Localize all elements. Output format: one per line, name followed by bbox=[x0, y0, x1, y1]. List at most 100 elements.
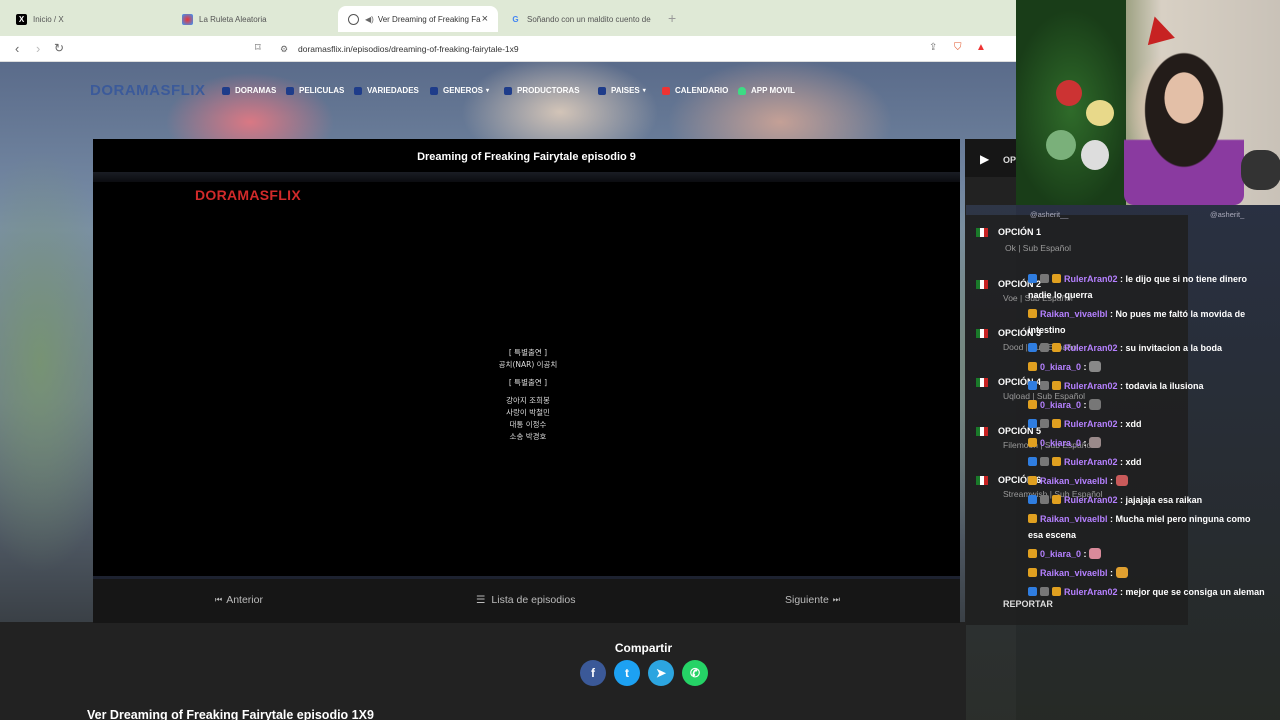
chat-username[interactable]: Raikan_vivaelbl bbox=[1040, 568, 1108, 578]
streamer bbox=[1124, 40, 1244, 205]
forward-icon[interactable]: › bbox=[36, 41, 40, 56]
new-tab-button[interactable]: + bbox=[668, 10, 676, 26]
reload-icon[interactable]: ↻ bbox=[54, 41, 64, 55]
chat-message: 0_kiara_0 : bbox=[1028, 360, 1266, 376]
share-page-icon[interactable]: ⇪ bbox=[929, 42, 941, 54]
prime-badge-icon bbox=[1028, 274, 1037, 283]
browser-tab-active[interactable]: ◀) Ver Dreaming of Freaking Fa × bbox=[338, 6, 498, 32]
studio-icon bbox=[504, 86, 512, 95]
player-divider bbox=[93, 172, 960, 182]
chat-username[interactable]: RulerAran02 bbox=[1064, 381, 1118, 391]
menu-paises[interactable]: PAISES ▾ bbox=[598, 86, 646, 95]
prime-badge-icon bbox=[1028, 343, 1037, 352]
crown-badge-icon bbox=[1028, 400, 1037, 409]
back-icon[interactable]: ‹ bbox=[15, 41, 19, 56]
site-logo[interactable]: DORAMASFLIX bbox=[90, 82, 206, 99]
episode-list-button[interactable]: ☰ Lista de episodios bbox=[476, 594, 575, 606]
browser-tab[interactable]: X Inicio / X bbox=[6, 6, 174, 32]
sub-badge-icon bbox=[1052, 419, 1061, 428]
bookmark-icon[interactable]: ⌑ bbox=[255, 41, 261, 54]
prime-badge-icon bbox=[1028, 587, 1037, 596]
calendar-icon bbox=[662, 86, 670, 95]
mexico-flag-icon bbox=[976, 228, 988, 238]
prime-badge-icon bbox=[1028, 457, 1037, 466]
mexico-flag-icon bbox=[976, 329, 988, 339]
telegram-share-button[interactable]: ➤ bbox=[648, 660, 674, 686]
video-player[interactable]: Dreaming of Freaking Fairytale episodio … bbox=[93, 139, 960, 579]
gear-badge-icon bbox=[1040, 495, 1049, 504]
rewards-icon[interactable]: ▲ bbox=[976, 42, 988, 54]
twitter-share-button[interactable]: t bbox=[614, 660, 640, 686]
menu-productoras[interactable]: PRODUCTORAS bbox=[504, 86, 580, 95]
chat-text: : bbox=[1081, 438, 1090, 448]
prev-episode-button[interactable]: ⏮ Anterior bbox=[215, 594, 263, 606]
instagram-handle: @asherit__ bbox=[1030, 210, 1069, 219]
next-episode-button[interactable]: Siguiente ⏭ bbox=[785, 594, 840, 606]
sub-badge-icon bbox=[1052, 274, 1061, 283]
chat-username[interactable]: RulerAran02 bbox=[1064, 495, 1118, 505]
menu-app-movil[interactable]: APP MOVIL bbox=[738, 86, 795, 95]
menu-generos[interactable]: GENEROS ▾ bbox=[430, 86, 489, 95]
mexico-flag-icon bbox=[976, 476, 988, 486]
roulette-icon bbox=[182, 13, 193, 25]
twitter-handle: @asherit_ bbox=[1210, 210, 1245, 219]
menu-label: CALENDARIO bbox=[675, 86, 729, 95]
sub-badge-icon bbox=[1052, 495, 1061, 504]
chat-username[interactable]: RulerAran02 bbox=[1064, 343, 1118, 353]
film-icon bbox=[286, 86, 294, 95]
menu-variedades[interactable]: VARIEDADES bbox=[354, 86, 419, 95]
menu-peliculas[interactable]: PELICULAS bbox=[286, 86, 344, 95]
sub-badge-icon bbox=[1052, 457, 1061, 466]
chat-message: RulerAran02 : xdd bbox=[1028, 455, 1266, 471]
chat-username[interactable]: 0_kiara_0 bbox=[1040, 362, 1081, 372]
microphone bbox=[1241, 150, 1280, 190]
menu-label: DORAMAS bbox=[235, 86, 277, 95]
chat-emote-icon bbox=[1089, 437, 1102, 448]
chat-username[interactable]: Raikan_vivaelbl bbox=[1040, 476, 1108, 486]
site-info-icon[interactable]: ⚙ bbox=[280, 44, 290, 54]
chat-username[interactable]: 0_kiara_0 bbox=[1040, 400, 1081, 410]
url-field[interactable]: ⚙ doramasflix.in/episodios/dreaming-of-f… bbox=[280, 40, 900, 58]
chat-message: RulerAran02 : su invitacion a la boda bbox=[1028, 341, 1266, 357]
server-option-1[interactable]: OPCIÓN 1 bbox=[976, 227, 1041, 238]
chat-username[interactable]: Raikan_vivaelbl bbox=[1040, 309, 1108, 319]
brave-shield-icon[interactable]: ⛉ bbox=[954, 42, 966, 54]
tag-icon bbox=[430, 86, 438, 95]
menu-label: PRODUCTORAS bbox=[517, 86, 580, 95]
chat-username[interactable]: RulerAran02 bbox=[1064, 274, 1118, 284]
crown-badge-icon bbox=[1028, 514, 1037, 523]
chat-text: : bbox=[1107, 476, 1116, 486]
crown-badge-icon bbox=[1028, 362, 1037, 371]
chat-message: 0_kiara_0 : bbox=[1028, 398, 1266, 414]
report-button[interactable]: REPORTAR bbox=[1003, 599, 1053, 609]
crown-badge-icon bbox=[1028, 549, 1037, 558]
chat-username[interactable]: RulerAran02 bbox=[1064, 419, 1118, 429]
plush-toy bbox=[1056, 80, 1082, 106]
play-icon[interactable]: ▶ bbox=[980, 152, 989, 166]
chat-username[interactable]: RulerAran02 bbox=[1064, 587, 1118, 597]
chat-text: : jajajaja esa raikan bbox=[1117, 495, 1203, 505]
facebook-share-button[interactable]: f bbox=[580, 660, 606, 686]
share-title: Compartir bbox=[614, 641, 673, 655]
share-buttons: f t ➤ ✆ bbox=[580, 660, 708, 686]
browser-tab[interactable]: La Ruleta Aleatoria bbox=[172, 6, 340, 32]
chat-text: : bbox=[1081, 400, 1090, 410]
browser-tab[interactable]: G Soñando con un maldito cuento de bbox=[500, 6, 668, 32]
menu-doramas[interactable]: DORAMAS bbox=[222, 86, 276, 95]
facebook-icon: f bbox=[591, 666, 595, 680]
close-tab-icon[interactable]: × bbox=[482, 13, 488, 25]
chat-text: : xdd bbox=[1117, 457, 1142, 467]
chevron-down-icon: ▾ bbox=[642, 88, 646, 94]
credit-line: 소송 박경호 bbox=[509, 432, 547, 441]
crown-badge-icon bbox=[1028, 438, 1037, 447]
chat-username[interactable]: Raikan_vivaelbl bbox=[1040, 514, 1108, 524]
chat-username[interactable]: 0_kiara_0 bbox=[1040, 438, 1081, 448]
browser-tab-bar: X Inicio / X La Ruleta Aleatoria ◀) Ver … bbox=[0, 0, 1016, 36]
gear-badge-icon bbox=[1040, 381, 1049, 390]
whatsapp-share-button[interactable]: ✆ bbox=[682, 660, 708, 686]
sub-badge-icon bbox=[1052, 587, 1061, 596]
chat-username[interactable]: RulerAran02 bbox=[1064, 457, 1118, 467]
chat-message: Raikan_vivaelbl : bbox=[1028, 474, 1266, 490]
menu-calendario[interactable]: CALENDARIO bbox=[662, 86, 728, 95]
chat-username[interactable]: 0_kiara_0 bbox=[1040, 549, 1081, 559]
